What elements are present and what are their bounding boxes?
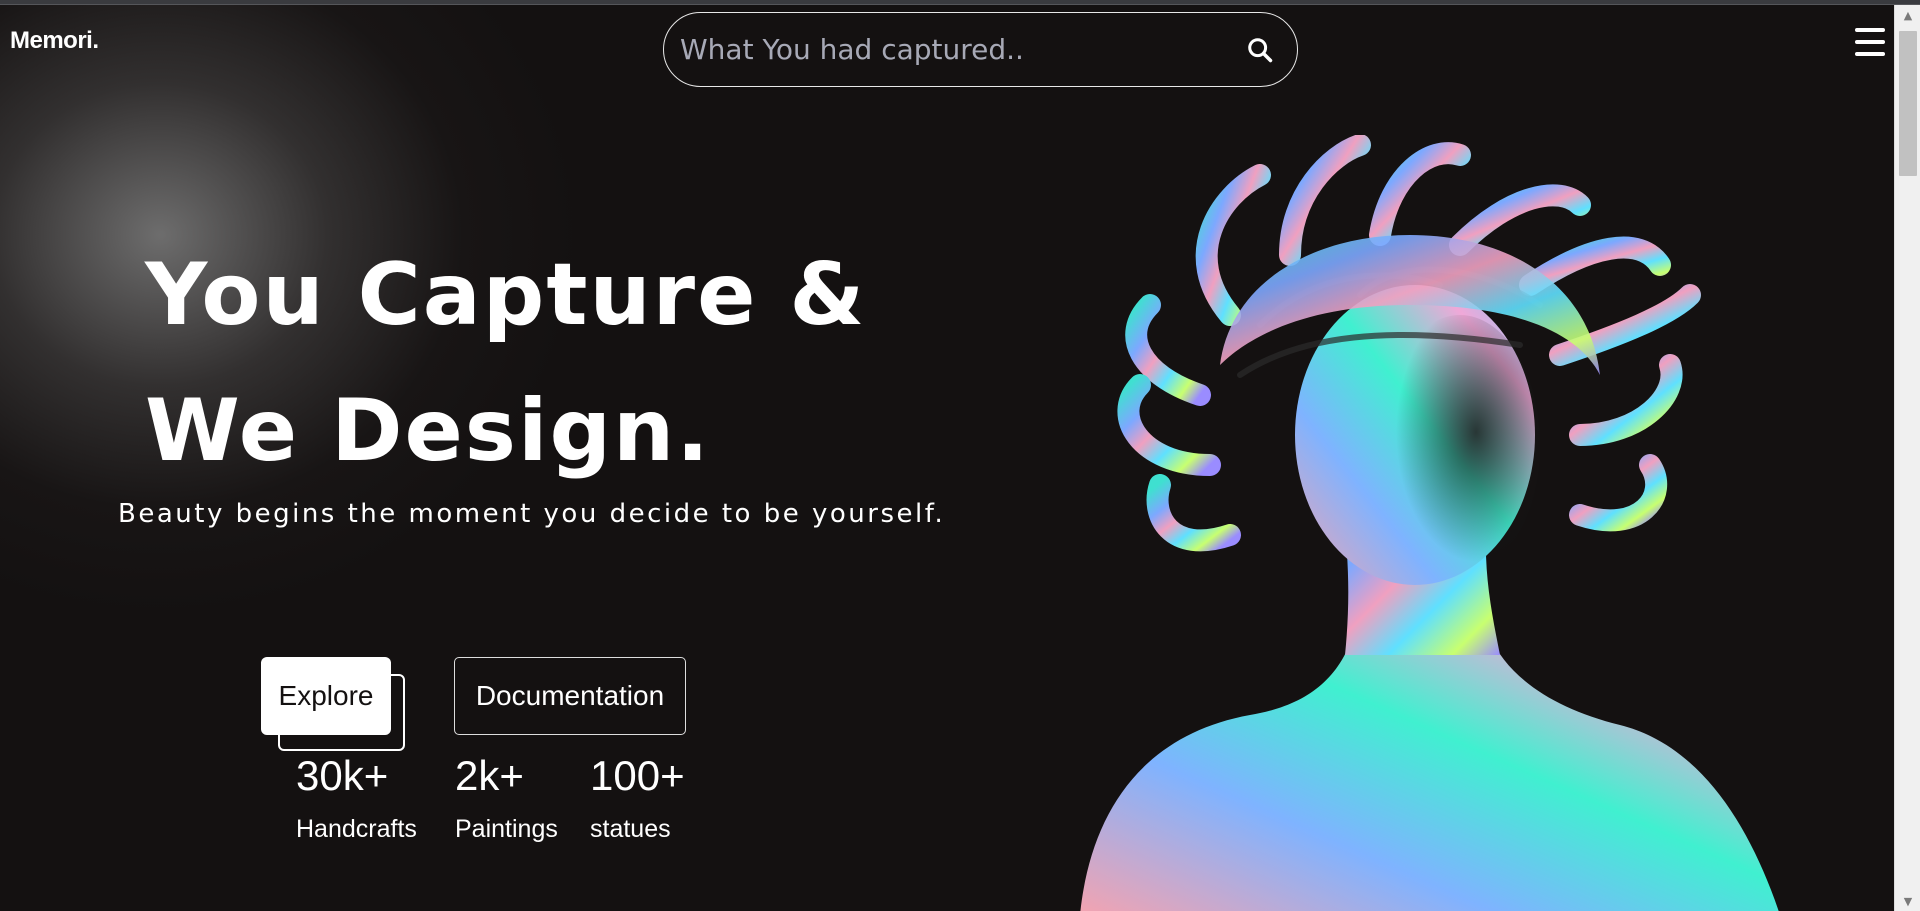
- explore-button[interactable]: Explore: [261, 657, 391, 735]
- search-icon[interactable]: [1243, 33, 1277, 67]
- page-viewport: Memori. You Capture & We Design. Beauty …: [0, 5, 1894, 911]
- documentation-button[interactable]: Documentation: [454, 657, 686, 735]
- scroll-up-arrow-icon[interactable]: ▲: [1895, 5, 1920, 25]
- explore-button-group: Explore: [261, 657, 406, 753]
- hamburger-menu-icon[interactable]: [1855, 28, 1885, 56]
- menu-line: [1855, 28, 1885, 32]
- stat-label: statues: [590, 815, 671, 843]
- hero-title-line-1: You Capture &: [145, 245, 867, 345]
- scrollbar-thumb[interactable]: [1899, 31, 1917, 176]
- stat-value: 30k+: [296, 752, 389, 799]
- hero-subtitle: Beauty begins the moment you decide to b…: [118, 499, 946, 529]
- holographic-medusa-statue-image: [1080, 135, 1779, 911]
- stat-paintings: 2k+ Paintings: [455, 751, 558, 844]
- brand-logo[interactable]: Memori.: [10, 27, 99, 55]
- hero-title-line-2: We Design.: [145, 381, 711, 481]
- search-bar: [663, 12, 1298, 87]
- stat-label: Paintings: [455, 815, 558, 843]
- vertical-scrollbar[interactable]: ▲ ▼: [1894, 5, 1920, 911]
- menu-line: [1855, 40, 1885, 44]
- menu-line: [1855, 52, 1885, 56]
- search-input[interactable]: [680, 33, 1243, 66]
- stat-label: Handcrafts: [296, 815, 417, 843]
- scroll-down-arrow-icon[interactable]: ▼: [1895, 891, 1920, 911]
- stat-value: 100+: [590, 752, 685, 799]
- stat-handcrafts: 30k+ Handcrafts: [296, 751, 417, 844]
- hero-title: You Capture & We Design.: [145, 227, 866, 499]
- stat-value: 2k+: [455, 752, 524, 799]
- stat-statues: 100+ statues: [590, 751, 685, 844]
